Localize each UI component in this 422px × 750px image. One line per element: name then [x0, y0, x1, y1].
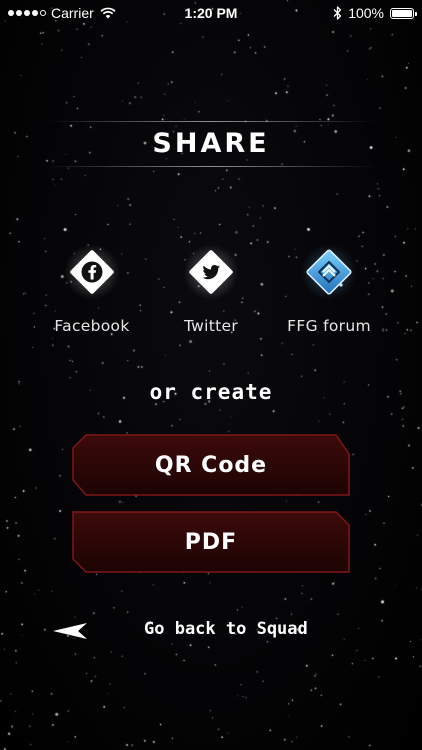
- share-facebook-button[interactable]: Facebook: [32, 244, 152, 335]
- facebook-icon: [64, 244, 120, 300]
- pdf-label: PDF: [184, 529, 238, 555]
- battery-percentage: 100%: [348, 5, 384, 21]
- header-divider-bottom: [45, 166, 377, 167]
- bluetooth-icon: [333, 6, 342, 20]
- header-divider-top: [45, 121, 377, 122]
- share-facebook-label: Facebook: [54, 317, 130, 335]
- share-twitter-label: Twitter: [183, 317, 239, 335]
- share-screen: Carrier 1:20 PM 100% SHARE Facebook Twit…: [0, 0, 422, 750]
- share-ffg-forum-button[interactable]: FFG forum: [269, 244, 389, 335]
- back-to-squad-label: Go back to Squad: [144, 619, 308, 639]
- status-right: 100%: [333, 5, 417, 21]
- share-ffg-forum-label: FFG forum: [287, 317, 371, 335]
- share-twitter-button[interactable]: Twitter: [151, 244, 271, 335]
- page-title: SHARE: [152, 128, 270, 159]
- battery-icon: [390, 7, 417, 19]
- battery-fill: [392, 9, 412, 17]
- back-to-squad-button[interactable]: Go back to Squad: [52, 614, 352, 648]
- status-bar: Carrier 1:20 PM 100%: [0, 0, 422, 26]
- create-pdf-button[interactable]: PDF: [72, 511, 350, 573]
- twitter-icon: [183, 244, 239, 300]
- qr-code-label: QR Code: [154, 452, 268, 478]
- ffg-forum-icon: [301, 244, 357, 300]
- back-arrow-icon: [53, 623, 87, 639]
- or-create-heading: or create: [149, 380, 273, 404]
- create-qr-code-button[interactable]: QR Code: [72, 434, 350, 496]
